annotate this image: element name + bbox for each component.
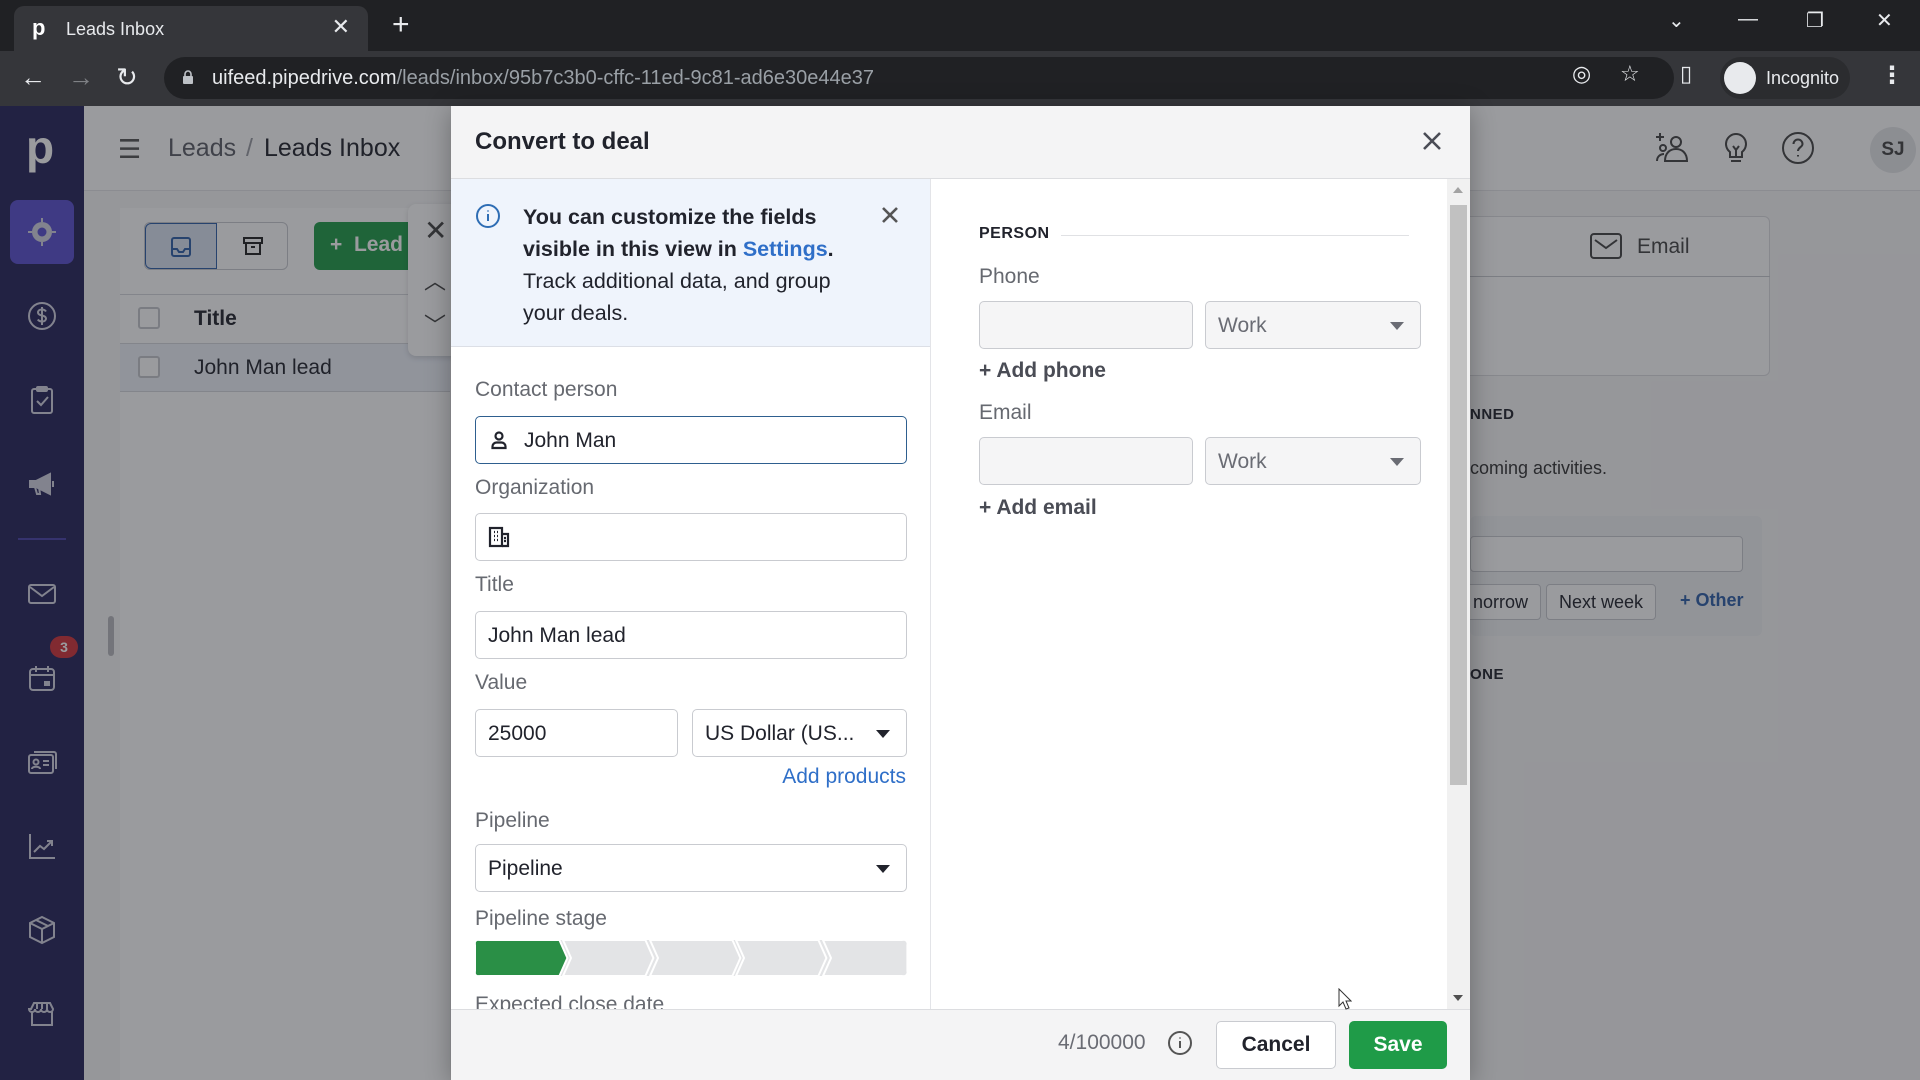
contact-person-value: John Man (524, 429, 617, 452)
back-button[interactable]: ← (20, 63, 46, 91)
dialog-footer: 4/100000 Cancel Save (451, 1009, 1470, 1080)
pipeline-select[interactable]: Pipeline (475, 844, 907, 892)
info-icon[interactable] (1167, 1030, 1193, 1056)
chevron-down-icon (1390, 322, 1404, 330)
add-phone-link[interactable]: + Add phone (979, 359, 1106, 383)
email-input[interactable] (979, 437, 1193, 485)
pipedrive-favicon-icon: p (32, 15, 46, 40)
info-icon (475, 203, 501, 229)
deal-fields-column: You can customize the fields visible in … (451, 179, 931, 1009)
browser-tab-bar: p Leads Inbox ✕ + ⌄ — ❐ ✕ (0, 0, 1920, 51)
convert-to-deal-dialog: Convert to deal You can customize the fi… (451, 106, 1470, 1080)
person-icon (488, 429, 510, 451)
pipeline-stage-4[interactable] (734, 940, 828, 976)
building-icon (488, 526, 510, 548)
mouse-cursor-icon (1338, 988, 1352, 1010)
title-value: John Man lead (488, 624, 626, 647)
email-label: Email (979, 401, 1032, 424)
dialog-scrollbar[interactable] (1447, 179, 1470, 1009)
scroll-down-icon[interactable] (1453, 995, 1463, 1001)
scrollbar-thumb[interactable] (1450, 205, 1467, 785)
pipeline-stage-selector (475, 940, 907, 976)
phone-input[interactable] (979, 301, 1193, 349)
value-amount: 25000 (488, 722, 547, 745)
title-label: Title (475, 573, 514, 596)
add-products-link[interactable]: Add products (782, 765, 906, 789)
person-fields-column: PERSON Phone Work + Add phone Email Work… (931, 179, 1447, 1009)
pipeline-stage-2[interactable] (561, 940, 655, 976)
chevron-down-icon (876, 730, 890, 738)
save-button[interactable]: Save (1349, 1021, 1447, 1069)
close-window-button[interactable]: ✕ (1876, 8, 1893, 33)
currency-value: US Dollar (US... (705, 722, 855, 745)
chevron-down-icon (1390, 458, 1404, 466)
incognito-label: Incognito (1766, 68, 1840, 88)
organization-label: Organization (475, 476, 595, 499)
close-icon (1423, 132, 1441, 150)
bookmark-star-icon[interactable]: ☆ (1620, 61, 1640, 87)
section-divider (1061, 235, 1409, 236)
forward-button[interactable]: → (68, 63, 94, 91)
browser-toolbar: ← → ↻ uifeed.pipedrive.com/leads/inbox/9… (0, 51, 1920, 106)
chevron-down-icon (876, 865, 890, 873)
incognito-profile-button[interactable]: Incognito (1720, 57, 1850, 99)
tab-close-icon[interactable]: ✕ (332, 16, 350, 38)
add-email-link[interactable]: + Add email (979, 496, 1097, 520)
eye-off-icon[interactable]: ◎ (1572, 61, 1591, 87)
url-text: uifeed.pipedrive.com/leads/inbox/95b7c3b… (212, 67, 874, 89)
lock-icon (183, 70, 193, 84)
banner-text: You can customize the fields visible in … (523, 205, 834, 325)
pipeline-label: Pipeline (475, 809, 550, 832)
scroll-up-icon[interactable] (1453, 187, 1463, 193)
pipeline-stage-5[interactable] (821, 940, 907, 976)
person-section-header: PERSON (979, 225, 1050, 242)
email-type-select[interactable]: Work (1205, 437, 1421, 485)
close-icon (882, 207, 898, 223)
new-tab-button[interactable]: + (392, 10, 410, 40)
pipeline-stage-3[interactable] (648, 940, 742, 976)
phone-type-select[interactable]: Work (1205, 301, 1421, 349)
side-panel-icon[interactable]: ▯ (1680, 61, 1692, 87)
value-label: Value (475, 671, 528, 694)
pipeline-value: Pipeline (488, 857, 563, 880)
contact-person-label: Contact person (475, 378, 618, 401)
dialog-header: Convert to deal (451, 106, 1470, 179)
dialog-title: Convert to deal (475, 128, 650, 155)
email-type-value: Work (1218, 450, 1267, 473)
browser-menu-icon[interactable]: ⋮ (1880, 61, 1904, 90)
incognito-icon (1724, 62, 1756, 94)
phone-label: Phone (979, 265, 1040, 288)
currency-select[interactable]: US Dollar (US... (692, 709, 907, 757)
expected-close-date-label: Expected close date (475, 993, 665, 1009)
browser-tab[interactable]: p Leads Inbox ✕ (14, 6, 368, 51)
organization-input[interactable] (475, 513, 907, 561)
dismiss-banner-button[interactable] (878, 203, 902, 227)
settings-link[interactable]: Settings (743, 237, 828, 261)
contact-person-input[interactable]: John Man (475, 416, 907, 464)
tab-search-icon[interactable]: ⌄ (1668, 8, 1685, 33)
reload-button[interactable]: ↻ (116, 63, 138, 91)
title-input[interactable]: John Man lead (475, 611, 907, 659)
tab-title: Leads Inbox (66, 19, 165, 39)
phone-type-value: Work (1218, 314, 1267, 337)
pipeline-stage-1[interactable] (475, 940, 569, 976)
pipeline-stage-label: Pipeline stage (475, 907, 607, 930)
customize-fields-banner: You can customize the fields visible in … (451, 179, 930, 347)
restore-button[interactable]: ❐ (1806, 8, 1824, 33)
minimize-button[interactable]: — (1738, 8, 1758, 31)
close-dialog-button[interactable] (1417, 126, 1447, 156)
value-amount-input[interactable]: 25000 (475, 709, 678, 757)
cancel-button[interactable]: Cancel (1216, 1021, 1336, 1069)
character-counter: 4/100000 (1058, 1031, 1146, 1054)
address-bar[interactable]: uifeed.pipedrive.com/leads/inbox/95b7c3b… (164, 57, 1674, 99)
